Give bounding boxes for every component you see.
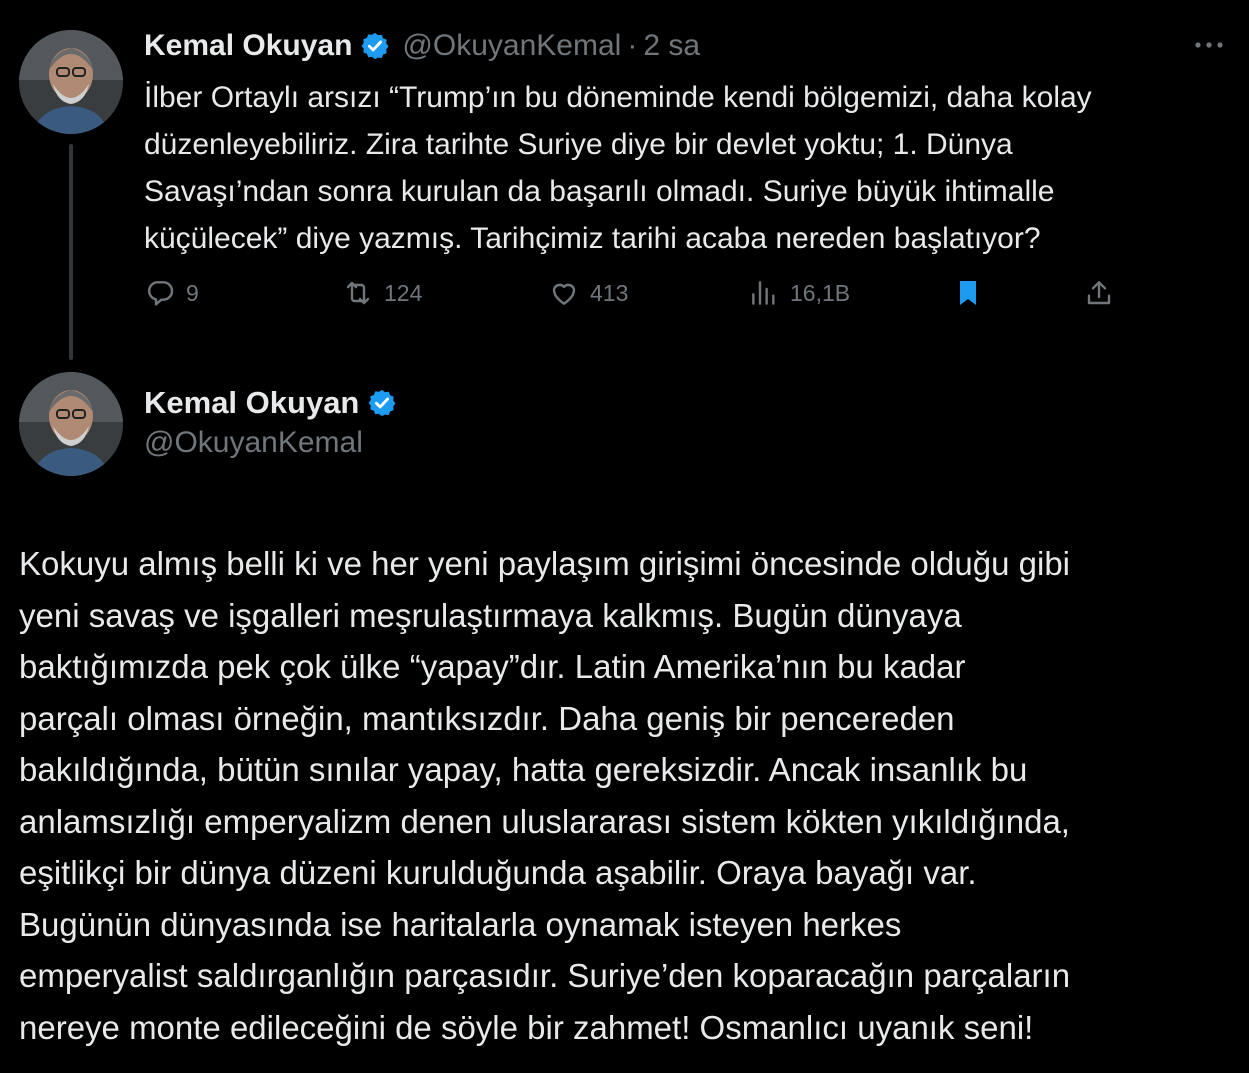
- author-name[interactable]: Kemal Okuyan: [144, 29, 352, 63]
- author-handle[interactable]: @OkuyanKemal: [402, 29, 621, 63]
- retweet-icon: [342, 277, 374, 309]
- views-chart-icon: [748, 277, 780, 309]
- share-button[interactable]: [1083, 272, 1115, 314]
- reply-icon: [144, 277, 176, 309]
- avatar[interactable]: [19, 30, 123, 134]
- timestamp[interactable]: 2 sa: [643, 29, 700, 63]
- tweet-text: İlber Ortaylı arsızı “Trump’ın bu dönemi…: [144, 81, 1092, 255]
- bookmark-icon: [952, 277, 984, 309]
- separator-dot: ·: [627, 29, 638, 62]
- author-handle[interactable]: @OkuyanKemal: [144, 426, 363, 460]
- thread-connector-line: [69, 144, 73, 360]
- heart-icon: [548, 277, 580, 309]
- main-tweet-text: Kokuyu almış belli ki ve her yeni paylaş…: [19, 545, 1071, 1046]
- share-icon: [1083, 277, 1115, 309]
- avatar[interactable]: [19, 372, 123, 476]
- like-count: 413: [590, 279, 629, 306]
- main-tweet-header: Kemal Okuyan: [144, 382, 397, 424]
- reply-count: 9: [186, 279, 199, 306]
- views-button[interactable]: 16,1B: [748, 272, 850, 314]
- retweet-count: 124: [384, 279, 423, 306]
- verified-badge-icon: [367, 388, 397, 418]
- verified-badge-icon: [360, 31, 390, 61]
- bookmark-button[interactable]: [952, 272, 984, 314]
- like-button[interactable]: 413: [548, 272, 628, 314]
- retweet-button[interactable]: 124: [342, 272, 422, 314]
- author-name[interactable]: Kemal Okuyan: [144, 385, 359, 421]
- tweet-header: Kemal Okuyan @OkuyanKemal · 2 sa: [144, 26, 700, 66]
- reply-button[interactable]: 9: [144, 272, 199, 314]
- more-options-icon[interactable]: [1191, 30, 1227, 60]
- views-count: 16,1B: [790, 279, 851, 306]
- tweet-action-bar: 9 124 413 16,1B: [144, 272, 1129, 314]
